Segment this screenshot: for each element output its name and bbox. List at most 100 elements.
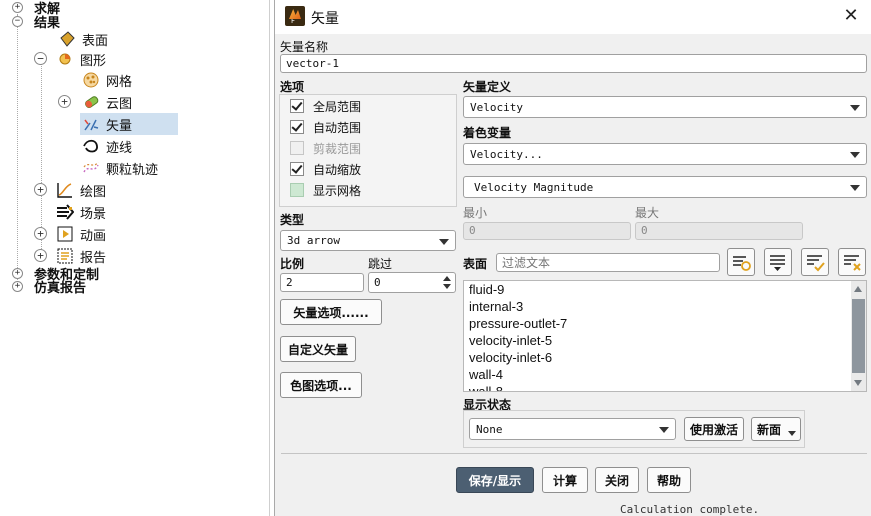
- vector-style-select[interactable]: 3d arrow: [280, 230, 456, 251]
- select-value: 3d arrow: [287, 234, 340, 247]
- select-all-icon: [733, 256, 751, 271]
- global-range-checkbox[interactable]: [290, 99, 304, 113]
- close-icon[interactable]: ✕: [841, 6, 861, 26]
- option-auto-scale[interactable]: 自动缩放: [290, 159, 361, 179]
- dialog-title: 矢量: [311, 11, 339, 27]
- list-item[interactable]: wall-8: [469, 384, 503, 391]
- chevron-down-icon: [850, 105, 860, 111]
- vectors-icon: [82, 115, 100, 133]
- auto-scale-checkbox[interactable]: [290, 162, 304, 176]
- spin-down-icon[interactable]: [443, 284, 451, 289]
- colormap-options-button[interactable]: 色图选项...: [280, 372, 362, 398]
- scale-input[interactable]: 2: [280, 273, 364, 292]
- tree-label: 图形: [80, 53, 107, 69]
- close-button[interactable]: 关闭: [595, 467, 639, 493]
- tree-item-vectors[interactable]: 矢量: [80, 113, 178, 135]
- vector-name-input[interactable]: vector-1: [280, 54, 867, 73]
- scene-icon: [56, 203, 74, 221]
- use-active-button[interactable]: 使用激活: [684, 417, 744, 441]
- list-scrollbar[interactable]: [851, 281, 866, 391]
- tree-label: 动画: [80, 228, 107, 244]
- check-surfaces-button[interactable]: [801, 248, 829, 276]
- expand-toggle[interactable]: +: [34, 227, 47, 240]
- chevron-down-icon: [788, 431, 796, 436]
- list-item[interactable]: wall-4: [469, 367, 503, 382]
- tree-item-contours[interactable]: + 云图: [58, 92, 132, 112]
- custom-vectors-button[interactable]: 自定义矢量: [280, 336, 356, 362]
- compute-button[interactable]: 计算: [542, 467, 588, 493]
- scroll-down-icon[interactable]: [854, 380, 862, 386]
- list-item[interactable]: pressure-outlet-7: [469, 316, 567, 331]
- surface-filter-input[interactable]: [496, 253, 720, 272]
- color-by-select[interactable]: Velocity...: [463, 143, 867, 165]
- list-clear-icon: [844, 255, 861, 271]
- skip-spinner[interactable]: 0: [368, 272, 456, 293]
- option-label: 显示网格: [313, 183, 362, 198]
- min-label: 最小: [463, 206, 488, 220]
- list-item[interactable]: internal-3: [469, 299, 523, 314]
- scrollbar-thumb[interactable]: [852, 299, 865, 373]
- expand-toggle[interactable]: +: [58, 95, 71, 108]
- dialog-titlebar[interactable]: F 矢量 ✕: [275, 0, 871, 34]
- pathlines-icon: [82, 137, 100, 155]
- select-value: Velocity: [470, 100, 523, 114]
- expand-toggle[interactable]: +: [12, 281, 23, 292]
- select-value: Velocity...: [470, 147, 543, 161]
- select-value: None: [476, 422, 503, 436]
- surface-icon: [58, 30, 76, 48]
- pane-divider[interactable]: [269, 0, 270, 516]
- option-global-range[interactable]: 全局范围: [290, 96, 361, 116]
- chevron-down-icon: [659, 427, 669, 433]
- footer-separator: [281, 453, 867, 454]
- help-button[interactable]: 帮助: [647, 467, 691, 493]
- tree-item-mesh[interactable]: 网格: [82, 70, 132, 90]
- tree-item-scene[interactable]: 场景: [56, 202, 106, 222]
- collapse-toggle[interactable]: −: [12, 16, 23, 27]
- type-label: 类型: [280, 213, 305, 227]
- option-auto-range[interactable]: 自动范围: [290, 117, 361, 137]
- expand-toggle[interactable]: +: [34, 183, 47, 196]
- auto-range-checkbox[interactable]: [290, 120, 304, 134]
- tree-label: 仿真报告: [34, 280, 87, 296]
- color-by-sub-select[interactable]: Velocity Magnitude: [463, 176, 867, 198]
- list-item[interactable]: velocity-inlet-5: [469, 333, 552, 348]
- surfaces-list[interactable]: fluid-9 internal-3 pressure-outlet-7 vel…: [463, 280, 867, 392]
- outline-tree: + 求解 − 结果 表面 − 图形 网格 + 云图 矢量 迹线 颗粒轨迹 + 绘…: [0, 0, 270, 516]
- draw-mesh-checkbox[interactable]: [290, 183, 304, 197]
- expand-toggle[interactable]: +: [34, 249, 47, 262]
- tree-label: 结果: [34, 15, 61, 31]
- tree-item-animations[interactable]: + 动画: [34, 224, 106, 244]
- particle-tracks-icon: [82, 159, 100, 177]
- select-all-surfaces-button[interactable]: [727, 248, 755, 276]
- vector-definition-select[interactable]: Velocity: [463, 96, 867, 118]
- tree-item-plots[interactable]: + 绘图: [34, 180, 106, 200]
- scroll-up-icon[interactable]: [854, 286, 862, 292]
- tree-item-results[interactable]: − 结果: [10, 11, 60, 31]
- graphics-icon: [56, 50, 74, 68]
- tree-item-graphics[interactable]: − 图形: [34, 49, 106, 69]
- clip-range-checkbox: [290, 141, 304, 155]
- button-label: 新面: [757, 422, 782, 437]
- option-clip-range: 剪裁范围: [290, 138, 361, 158]
- save-display-button[interactable]: 保存/显示: [456, 467, 534, 493]
- deselect-surfaces-button[interactable]: [838, 248, 866, 276]
- vector-options-button[interactable]: 矢量选项......: [280, 299, 382, 325]
- tree-label: 颗粒轨迹: [106, 162, 159, 178]
- collapse-toggle[interactable]: −: [34, 52, 47, 65]
- surface-list-filter-button[interactable]: [764, 248, 792, 276]
- tree-label: 矢量: [106, 118, 133, 134]
- tree-item-sim-reports[interactable]: + 仿真报告: [10, 276, 86, 296]
- tree-label: 迹线: [106, 140, 133, 156]
- spin-up-icon[interactable]: [443, 276, 451, 281]
- tree-item-pathlines[interactable]: 迹线: [82, 136, 132, 156]
- plots-icon: [56, 181, 74, 199]
- new-state-button[interactable]: 新面: [751, 417, 801, 441]
- list-item[interactable]: fluid-9: [469, 282, 504, 297]
- animations-icon: [56, 225, 74, 243]
- chevron-down-icon: [850, 152, 860, 158]
- tree-item-particle-tracks[interactable]: 颗粒轨迹: [82, 158, 158, 178]
- tree-item-surface[interactable]: 表面: [58, 29, 108, 49]
- display-state-select[interactable]: None: [469, 418, 676, 440]
- list-item[interactable]: velocity-inlet-6: [469, 350, 552, 365]
- option-draw-mesh[interactable]: 显示网格: [290, 180, 361, 200]
